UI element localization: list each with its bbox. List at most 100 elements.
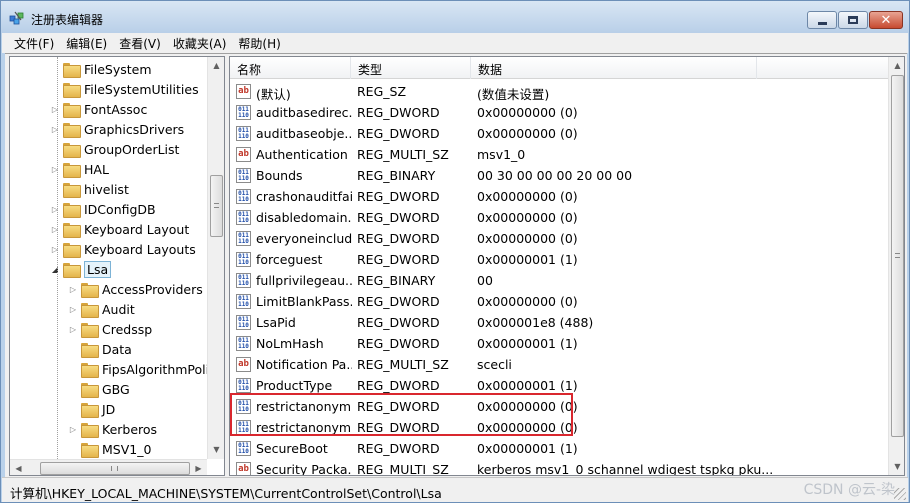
value-data: 0x000001e8 (488) (477, 315, 594, 330)
scroll-down-icon[interactable]: ▼ (208, 441, 224, 458)
minimize-button[interactable] (807, 11, 837, 29)
list-scroll-thumb[interactable] (891, 75, 904, 437)
tree-item[interactable]: ▷ IDConfigDB (50, 199, 156, 219)
menu-help[interactable]: 帮助(H) (232, 33, 286, 53)
scroll-left-icon[interactable]: ◀ (10, 460, 27, 475)
value-type: REG_DWORD (357, 441, 440, 456)
maximize-button[interactable] (838, 11, 868, 29)
value-name: fullprivilegeau... (256, 273, 352, 288)
menu-edit[interactable]: 编辑(E) (60, 33, 113, 53)
expand-arrow-icon[interactable]: ▷ (50, 165, 60, 174)
value-name: Notification Pa... (256, 357, 352, 372)
value-row[interactable]: 011 110 everyoneinclud... REG_DWORD 0x00000… (230, 228, 888, 249)
value-data: (数值未设置) (477, 87, 550, 102)
binary-value-icon: 011 110 (236, 378, 251, 393)
tree-item[interactable]: ◢ Lsa (50, 259, 112, 279)
expand-arrow-icon[interactable]: ▷ (50, 225, 60, 234)
tree-vertical-scrollbar[interactable]: ▲ ▼ (207, 57, 224, 459)
expand-arrow-icon[interactable]: ▷ (50, 205, 60, 214)
value-row[interactable]: 011 110 SecureBoot REG_DWORD 0x00000001 (1) (230, 438, 888, 459)
value-row[interactable]: 011 110 Bounds REG_BINARY 00 30 00 00 00 20… (230, 165, 888, 186)
value-row[interactable]: ab (默认) REG_SZ (数值未设置) (230, 81, 888, 102)
value-row[interactable]: 011 110 fullprivilegeau... REG_BINARY 00 (230, 270, 888, 291)
list-header: 名称 类型 数据 (230, 57, 888, 79)
tree-item[interactable]: ▷ Keyboard Layout (50, 219, 189, 239)
title-bar[interactable]: 注册表编辑器 ✕ (1, 1, 909, 33)
tree-item[interactable]: ▷ AccessProviders (68, 279, 203, 299)
expand-arrow-icon[interactable]: ▷ (68, 425, 78, 434)
tree-item[interactable]: ▷ Audit (68, 299, 135, 319)
value-data: 0x00000001 (1) (477, 378, 578, 393)
value-data: 0x00000000 (0) (477, 126, 578, 141)
resize-grip-icon[interactable] (894, 488, 906, 500)
folder-icon (63, 202, 81, 218)
value-name: Authentication ... (256, 147, 352, 162)
tree-item[interactable]: hivelist (50, 179, 129, 199)
scroll-right-icon[interactable]: ▶ (190, 460, 207, 475)
tree-item[interactable]: Data (68, 339, 132, 359)
value-row[interactable]: ab Notification Pa... REG_MULTI_SZ scecli (230, 354, 888, 375)
tree-hscroll-thumb[interactable] (40, 462, 190, 475)
value-name: SecureBoot (256, 441, 328, 456)
tree-item[interactable]: JD (68, 399, 115, 419)
minimize-icon (817, 21, 827, 25)
tree-item[interactable]: ▷ GraphicsDrivers (50, 119, 184, 139)
expand-arrow-icon[interactable]: ▷ (50, 245, 60, 254)
scroll-up-icon[interactable]: ▲ (208, 57, 224, 74)
value-name: crashonauditfail (256, 189, 352, 204)
folder-icon (63, 222, 81, 238)
value-type: REG_DWORD (357, 252, 440, 267)
value-type: REG_BINARY (357, 273, 436, 288)
binary-value-icon: 011 110 (236, 168, 251, 183)
tree-item[interactable]: FileSystem (50, 59, 152, 79)
expand-arrow-icon[interactable]: ▷ (68, 325, 78, 334)
value-data: 0x00000001 (1) (477, 441, 578, 456)
column-header-type[interactable]: 类型 (351, 57, 471, 79)
scroll-up-icon[interactable]: ▲ (889, 57, 904, 74)
value-row[interactable]: 011 110 LimitBlankPass... REG_DWORD 0x00000… (230, 291, 888, 312)
value-type: REG_DWORD (357, 315, 440, 330)
value-row[interactable]: 011 110 disabledomain... REG_DWORD 0x000000… (230, 207, 888, 228)
folder-icon (81, 442, 99, 458)
scroll-down-icon[interactable]: ▼ (889, 458, 904, 475)
value-row[interactable]: 011 110 forceguest REG_DWORD 0x00000001 (1) (230, 249, 888, 270)
tree-item[interactable]: GroupOrderList (50, 139, 179, 159)
expand-arrow-icon[interactable]: ▷ (68, 285, 78, 294)
tree-item[interactable]: GBG (68, 379, 130, 399)
menu-file[interactable]: 文件(F) (8, 33, 60, 53)
tree-item[interactable]: ▷ Keyboard Layouts (50, 239, 196, 259)
value-type: REG_SZ (357, 84, 407, 99)
tree-item[interactable]: ▷ Credssp (68, 319, 152, 339)
tree-item[interactable]: ▷ HAL (50, 159, 109, 179)
value-name: NoLmHash (256, 336, 324, 351)
value-row[interactable]: ab Security Packa... REG_MULTI_SZ kerberos … (230, 459, 888, 476)
value-name: Security Packa... (256, 462, 352, 476)
expand-arrow-icon[interactable]: ▷ (68, 305, 78, 314)
tree-item[interactable]: ▷ Kerberos (68, 419, 157, 439)
tree-horizontal-scrollbar[interactable]: ◀ ▶ (10, 459, 207, 475)
value-row[interactable]: 011 110 auditbaseobje... REG_DWORD 0x000000… (230, 123, 888, 144)
column-header-data[interactable]: 数据 (471, 57, 757, 79)
value-data: 0x00000001 (1) (477, 336, 578, 351)
menu-favorites[interactable]: 收藏夹(A) (167, 33, 233, 53)
binary-value-icon: 011 110 (236, 315, 251, 330)
tree-item[interactable]: FipsAlgorithmPoli (68, 359, 209, 379)
tree-item[interactable]: FileSystemUtilities (50, 79, 199, 99)
close-button[interactable]: ✕ (869, 11, 903, 29)
tree-item[interactable]: MSV1_0 (68, 439, 151, 459)
value-row[interactable]: 011 110 LsaPid REG_DWORD 0x000001e8 (488) (230, 312, 888, 333)
tree-item[interactable]: ▷ FontAssoc (50, 99, 147, 119)
value-row[interactable]: 011 110 auditbasedirec... REG_DWORD 0x00000… (230, 102, 888, 123)
value-row[interactable]: 011 110 crashonauditfail REG_DWORD 0x000000… (230, 186, 888, 207)
collapse-arrow-icon[interactable]: ◢ (50, 265, 60, 274)
expand-arrow-icon[interactable]: ▷ (50, 125, 60, 134)
tree-item-label: Data (102, 341, 132, 357)
tree-scroll-thumb[interactable] (210, 175, 223, 237)
list-vertical-scrollbar[interactable]: ▲ ▼ (888, 57, 904, 475)
menu-view[interactable]: 查看(V) (113, 33, 167, 53)
close-icon: ✕ (880, 12, 892, 28)
value-row[interactable]: ab Authentication ... REG_MULTI_SZ msv1_0 (230, 144, 888, 165)
value-row[interactable]: 011 110 NoLmHash REG_DWORD 0x00000001 (1) (230, 333, 888, 354)
column-header-name[interactable]: 名称 (230, 57, 351, 79)
expand-arrow-icon[interactable]: ▷ (50, 105, 60, 114)
